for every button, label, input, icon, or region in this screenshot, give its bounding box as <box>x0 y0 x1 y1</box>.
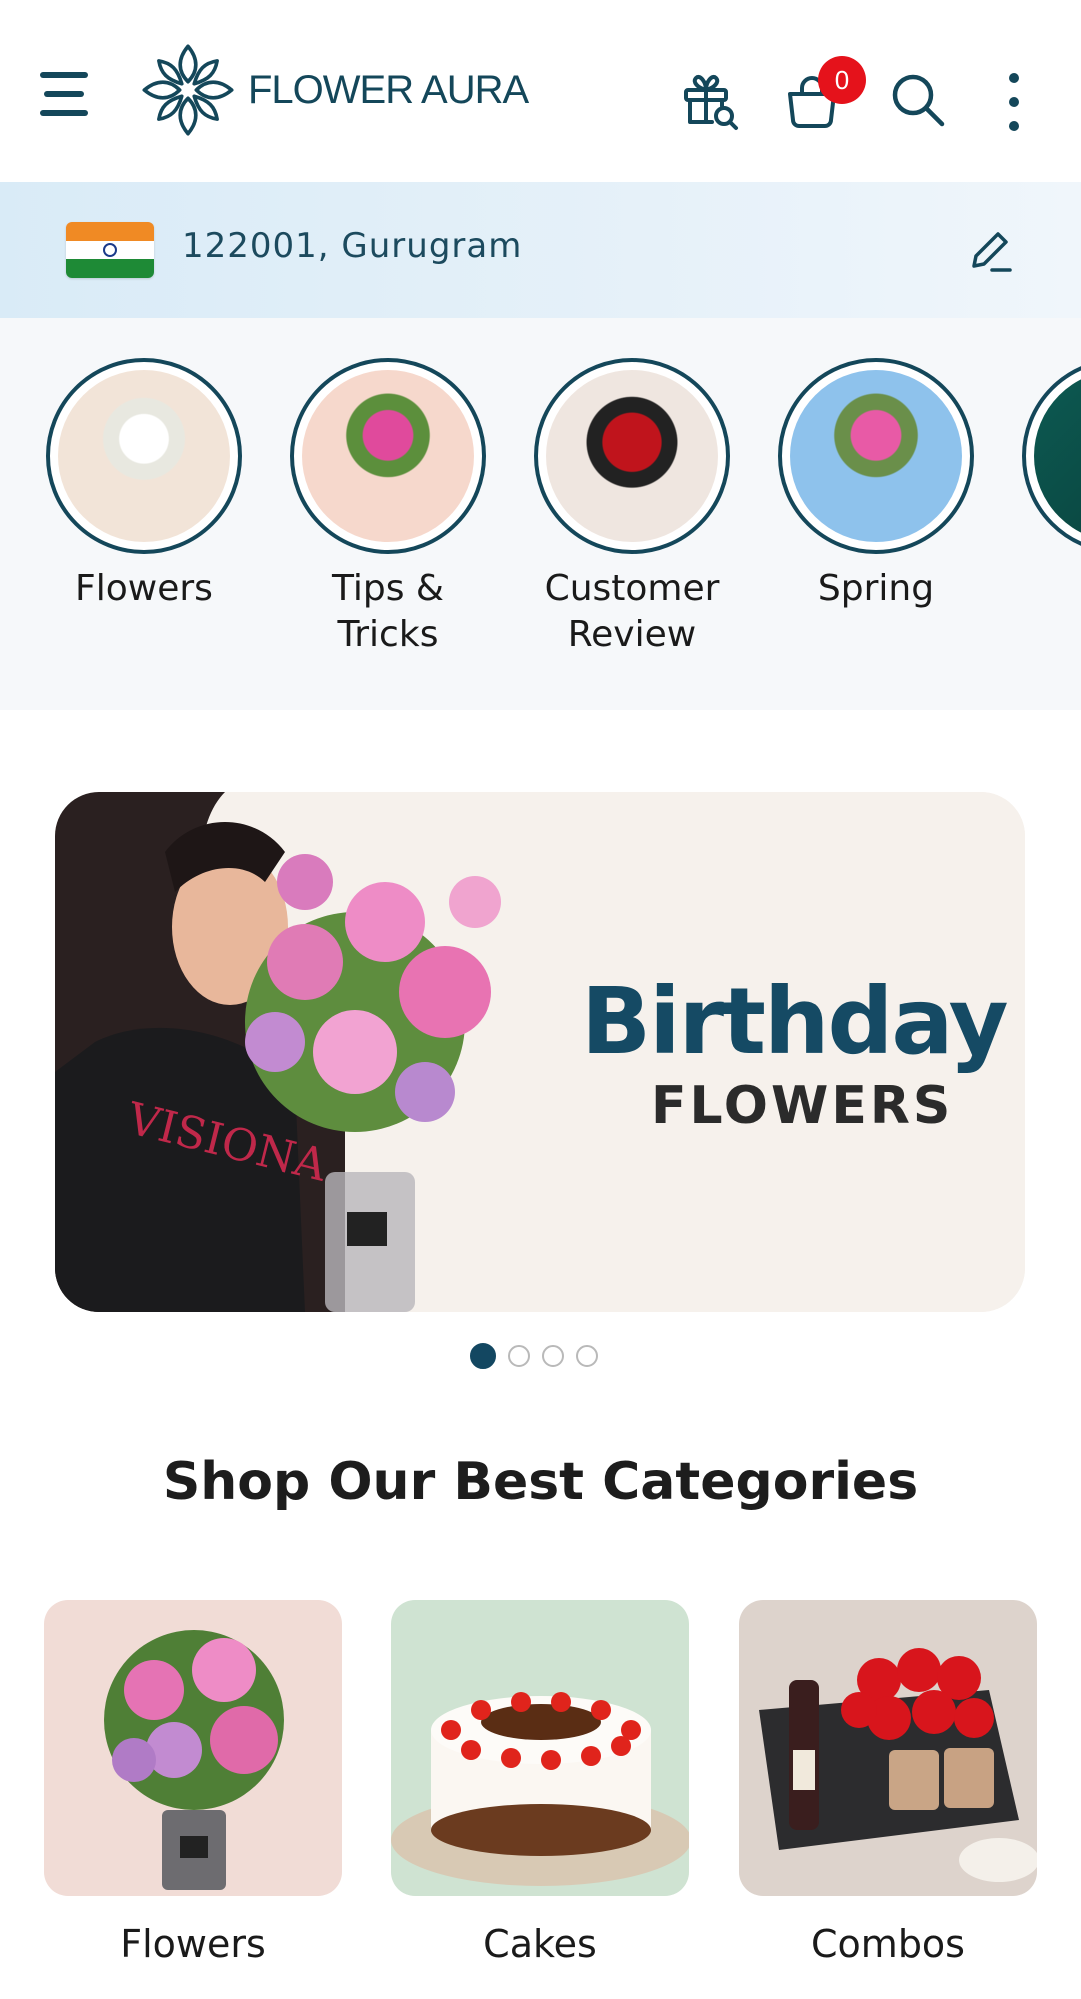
category-image <box>44 1600 342 1896</box>
category-cakes[interactable]: Cakes <box>391 1600 689 1966</box>
app-header: FLOWER AURA 0 <box>0 0 1081 182</box>
category-label: Combos <box>811 1922 965 1966</box>
logo-flower-icon <box>142 44 234 136</box>
category-label: Cakes <box>483 1922 597 1966</box>
category-combos[interactable]: Combos <box>739 1600 1037 1966</box>
carousel-dots <box>470 1342 620 1370</box>
carousel-dot[interactable] <box>576 1345 598 1367</box>
category-image <box>391 1600 689 1896</box>
carousel-dot-active[interactable] <box>470 1343 496 1369</box>
cart-count-badge: 0 <box>818 56 866 104</box>
story-spring[interactable]: Spring <box>776 358 976 612</box>
story-customer-review[interactable]: Customer Review <box>532 358 732 658</box>
section-title: Shop Our Best Categories <box>162 1452 919 1512</box>
story-label: Customer Review <box>544 568 720 655</box>
banner-title: Birthday <box>581 968 1009 1075</box>
more-vertical-icon[interactable] <box>1000 70 1028 134</box>
menu-icon[interactable] <box>40 70 92 118</box>
edit-icon[interactable] <box>966 226 1014 274</box>
story-partial[interactable] <box>1020 358 1081 554</box>
banner-subtitle: FLOWERS <box>651 1076 954 1136</box>
story-label: Tips & Tricks <box>331 568 444 655</box>
promo-banner-birthday-flowers[interactable]: VISIONA Birthday FLOWERS <box>55 792 1025 1312</box>
india-flag-icon <box>66 222 154 278</box>
story-flowers[interactable]: Flowers <box>44 358 244 612</box>
gift-search-icon[interactable] <box>678 68 742 132</box>
category-image <box>739 1600 1037 1896</box>
search-icon[interactable] <box>886 68 950 132</box>
story-label: Flowers <box>75 568 213 609</box>
carousel-dot[interactable] <box>542 1345 564 1367</box>
story-label: Spring <box>817 568 935 609</box>
brand-logo[interactable]: FLOWER AURA <box>136 38 536 142</box>
category-label: Flowers <box>120 1922 266 1966</box>
story-categories: Flowers Tips & Tricks Customer Review Sp… <box>0 318 1081 710</box>
delivery-location-bar[interactable]: 122001, Gurugram <box>0 182 1081 318</box>
carousel-dot[interactable] <box>508 1345 530 1367</box>
category-flowers[interactable]: Flowers <box>44 1600 342 1966</box>
location-text: 122001, Gurugram <box>182 226 523 266</box>
brand-name: FLOWER AURA <box>248 67 529 112</box>
story-tips-tricks[interactable]: Tips & Tricks <box>288 358 488 658</box>
